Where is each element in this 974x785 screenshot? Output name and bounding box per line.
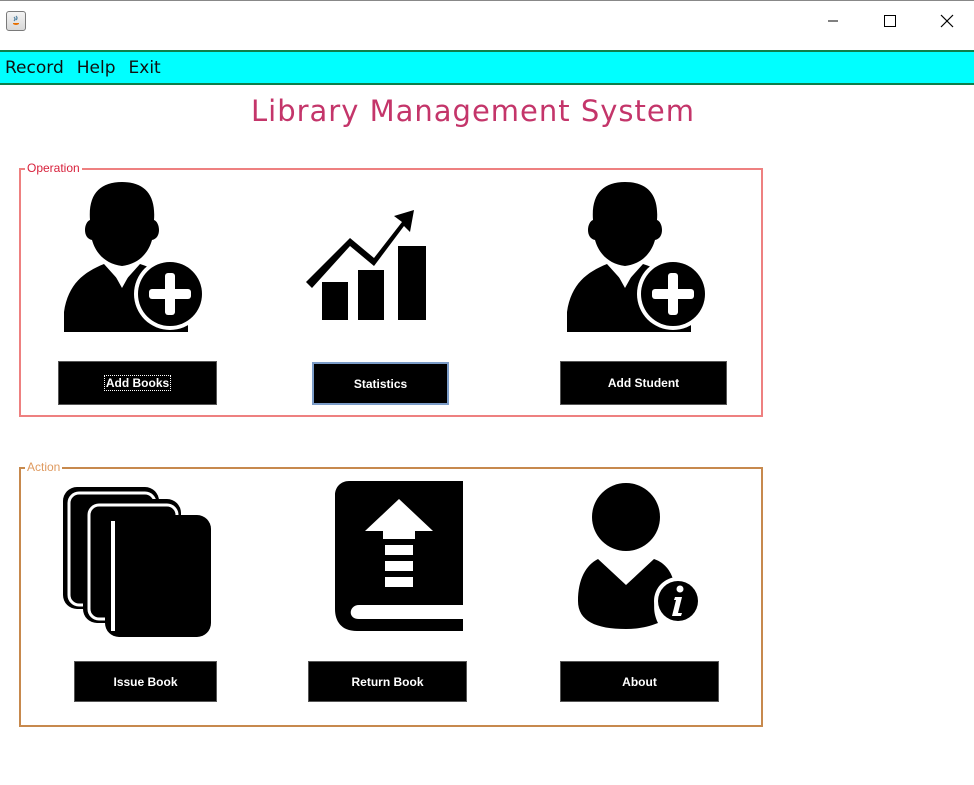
menu-record[interactable]: Record	[5, 58, 64, 78]
operation-panel: Operation Add Books Statistics Add Stude…	[19, 161, 763, 417]
maximize-icon	[884, 15, 896, 27]
about-button[interactable]: About	[560, 661, 719, 702]
user-add-icon	[64, 182, 206, 332]
close-button[interactable]	[918, 1, 974, 41]
java-app-icon	[6, 11, 26, 31]
statistics-button[interactable]: Statistics	[312, 362, 449, 405]
page-title: Library Management System	[250, 94, 695, 128]
issue-book-button[interactable]: Issue Book	[74, 661, 217, 702]
books-stack-icon	[63, 487, 211, 637]
menu-help[interactable]: Help	[77, 58, 116, 78]
chart-growth-icon	[306, 210, 426, 320]
add-student-button[interactable]: Add Student	[560, 361, 727, 405]
window-titlebar	[0, 0, 974, 46]
minimize-icon	[828, 20, 838, 22]
user-info-icon	[578, 483, 700, 629]
menu-exit[interactable]: Exit	[129, 58, 161, 78]
minimize-button[interactable]	[804, 1, 862, 41]
maximize-button[interactable]	[861, 1, 919, 41]
return-book-button[interactable]: Return Book	[308, 661, 467, 702]
add-books-button[interactable]: Add Books	[58, 361, 217, 405]
action-panel-label: Action	[25, 460, 63, 474]
book-upload-icon	[335, 481, 463, 631]
user-add-icon	[567, 182, 709, 332]
menu-bar: Record Help Exit	[0, 50, 974, 85]
action-panel: Action Issue Book Return Book About	[19, 460, 763, 727]
close-icon	[940, 14, 954, 28]
operation-panel-label: Operation	[25, 161, 82, 175]
